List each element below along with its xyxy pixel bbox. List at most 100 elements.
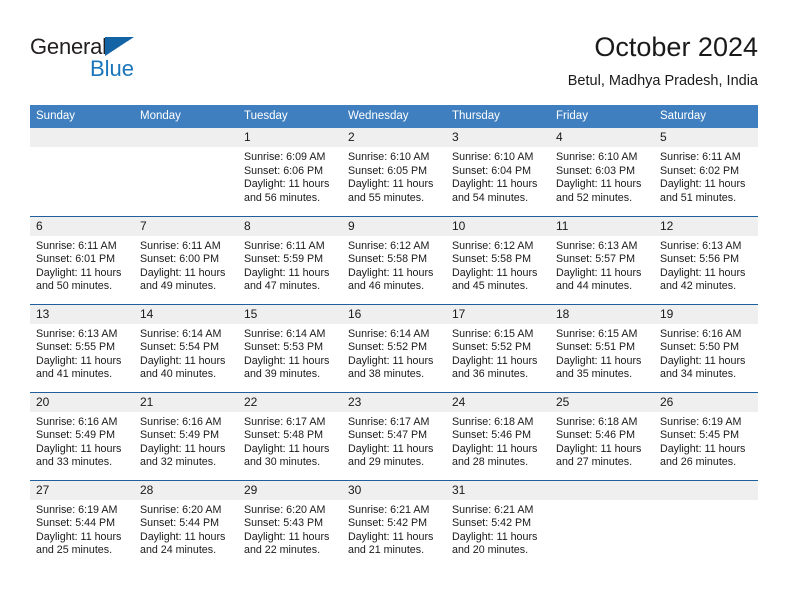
day-number: 10 [446,216,550,236]
day-details [654,500,758,504]
daylight-text-line2: and 28 minutes. [452,456,529,469]
day-cell[interactable]: 28 Sunrise: 6:20 AM Sunset: 5:44 PM Dayligh… [134,479,238,568]
day-cell[interactable]: 8 Sunrise: 6:11 AM Sunset: 5:59 PM Daylight… [238,215,342,304]
day-cell[interactable]: 13 Sunrise: 6:13 AM Sunset: 5:55 PM Dayligh… [30,303,134,392]
daylight-text-line1: Daylight: 11 hours [556,354,642,367]
day-number: 28 [134,480,238,500]
calendar-body: 1 Sunrise: 6:09 AM Sunset: 6:06 PM Daylight… [30,128,758,568]
sunrise-text: Sunrise: 6:18 AM [452,415,534,428]
day-details: Sunrise: 6:12 AM Sunset: 5:58 PM Daylight:… [446,236,550,294]
day-details: Sunrise: 6:13 AM Sunset: 5:56 PM Daylight:… [654,236,758,294]
page-subtitle: Betul, Madhya Pradesh, India [567,73,758,89]
day-number: 4 [550,128,654,147]
daylight-text-line2: and 46 minutes. [348,280,425,293]
day-cell[interactable]: 11 Sunrise: 6:13 AM Sunset: 5:57 PM Dayligh… [550,215,654,304]
sunrise-text: Sunrise: 6:12 AM [452,239,534,252]
day-number [550,480,654,500]
day-cell[interactable]: 3 Sunrise: 6:10 AM Sunset: 6:04 PM Daylight… [446,128,550,216]
day-cell[interactable]: 17 Sunrise: 6:15 AM Sunset: 5:52 PM Dayligh… [446,303,550,392]
daylight-text-line1: Daylight: 11 hours [452,178,538,191]
daylight-text-line1: Daylight: 11 hours [348,354,434,367]
day-cell[interactable]: 23 Sunrise: 6:17 AM Sunset: 5:47 PM Dayligh… [342,391,446,480]
day-number: 26 [654,392,758,412]
daylight-text-line1: Daylight: 11 hours [36,354,122,367]
day-cell[interactable]: 27 Sunrise: 6:19 AM Sunset: 5:44 PM Dayligh… [30,479,134,568]
sunset-text: Sunset: 5:49 PM [36,429,116,442]
day-cell[interactable]: 30 Sunrise: 6:21 AM Sunset: 5:42 PM Dayligh… [342,479,446,568]
day-details: Sunrise: 6:21 AM Sunset: 5:42 PM Daylight:… [342,500,446,558]
page-title: October 2024 [594,32,758,62]
daylight-text-line2: and 55 minutes. [348,191,425,204]
daylight-text-line1: Daylight: 11 hours [556,442,642,455]
day-cell[interactable]: 18 Sunrise: 6:15 AM Sunset: 5:51 PM Dayligh… [550,303,654,392]
day-number: 27 [30,480,134,500]
daylight-text-line2: and 34 minutes. [660,368,737,381]
day-cell[interactable] [30,128,134,216]
day-cell[interactable]: 25 Sunrise: 6:18 AM Sunset: 5:46 PM Dayligh… [550,391,654,480]
general-blue-logo[interactable]: General Blue [30,34,220,92]
day-cell[interactable]: 12 Sunrise: 6:13 AM Sunset: 5:56 PM Dayligh… [654,215,758,304]
day-cell[interactable]: 9 Sunrise: 6:12 AM Sunset: 5:58 PM Daylight… [342,215,446,304]
day-cell[interactable] [134,128,238,216]
sunset-text: Sunset: 6:00 PM [140,253,220,266]
sunrise-text: Sunrise: 6:18 AM [556,415,638,428]
sunrise-text: Sunrise: 6:10 AM [348,151,430,163]
sunrise-text: Sunrise: 6:13 AM [36,327,118,340]
sunrise-text: Sunrise: 6:20 AM [244,503,326,516]
day-cell[interactable]: 4 Sunrise: 6:10 AM Sunset: 6:03 PM Daylight… [550,128,654,216]
sunrise-text: Sunrise: 6:21 AM [452,503,534,516]
weekday-header-sunday: Sunday [30,105,134,128]
day-cell[interactable] [654,479,758,568]
day-cell[interactable]: 31 Sunrise: 6:21 AM Sunset: 5:42 PM Dayligh… [446,479,550,568]
day-cell[interactable]: 14 Sunrise: 6:14 AM Sunset: 5:54 PM Dayligh… [134,303,238,392]
day-cell[interactable]: 19 Sunrise: 6:16 AM Sunset: 5:50 PM Dayligh… [654,303,758,392]
day-cell[interactable]: 10 Sunrise: 6:12 AM Sunset: 5:58 PM Dayligh… [446,215,550,304]
day-cell[interactable]: 26 Sunrise: 6:19 AM Sunset: 5:45 PM Dayligh… [654,391,758,480]
day-cell[interactable]: 7 Sunrise: 6:11 AM Sunset: 6:00 PM Daylight… [134,215,238,304]
day-details: Sunrise: 6:16 AM Sunset: 5:49 PM Daylight:… [134,412,238,470]
day-number: 24 [446,392,550,412]
daylight-text-line1: Daylight: 11 hours [660,266,746,279]
daylight-text-line1: Daylight: 11 hours [244,178,330,191]
daylight-text-line1: Daylight: 11 hours [244,266,330,279]
day-details: Sunrise: 6:17 AM Sunset: 5:48 PM Daylight:… [238,412,342,470]
sunrise-text: Sunrise: 6:11 AM [140,239,221,252]
sunset-text: Sunset: 5:51 PM [556,341,636,354]
sunrise-text: Sunrise: 6:14 AM [244,327,326,340]
day-cell[interactable]: 20 Sunrise: 6:16 AM Sunset: 5:49 PM Dayligh… [30,391,134,480]
day-cell[interactable]: 24 Sunrise: 6:18 AM Sunset: 5:46 PM Dayligh… [446,391,550,480]
calendar-page: General Blue October 2024 Betul, Madhya … [0,0,792,612]
week-row: 1 Sunrise: 6:09 AM Sunset: 6:06 PM Daylight… [30,128,758,216]
day-details: Sunrise: 6:19 AM Sunset: 5:44 PM Daylight:… [30,500,134,558]
day-cell[interactable]: 6 Sunrise: 6:11 AM Sunset: 6:01 PM Daylight… [30,215,134,304]
daylight-text-line1: Daylight: 11 hours [140,354,226,367]
weekday-header-wednesday: Wednesday [342,105,446,128]
daylight-text-line2: and 52 minutes. [556,191,633,204]
day-cell[interactable]: 21 Sunrise: 6:16 AM Sunset: 5:49 PM Dayligh… [134,391,238,480]
day-cell[interactable]: 2 Sunrise: 6:10 AM Sunset: 6:05 PM Daylight… [342,128,446,216]
day-number: 5 [654,128,758,147]
daylight-text-line2: and 21 minutes. [348,544,425,557]
sunset-text: Sunset: 5:42 PM [348,517,428,530]
day-cell[interactable] [550,479,654,568]
daylight-text-line1: Daylight: 11 hours [36,530,122,543]
weekday-header-saturday: Saturday [654,105,758,128]
day-details: Sunrise: 6:11 AM Sunset: 5:59 PM Daylight:… [238,236,342,294]
day-cell[interactable]: 22 Sunrise: 6:17 AM Sunset: 5:48 PM Dayligh… [238,391,342,480]
day-number: 22 [238,392,342,412]
day-cell[interactable]: 5 Sunrise: 6:11 AM Sunset: 6:02 PM Daylight… [654,128,758,216]
day-cell[interactable]: 15 Sunrise: 6:14 AM Sunset: 5:53 PM Dayligh… [238,303,342,392]
day-number: 11 [550,216,654,236]
daylight-text-line1: Daylight: 11 hours [348,178,434,191]
day-number: 3 [446,128,550,147]
day-cell[interactable]: 1 Sunrise: 6:09 AM Sunset: 6:06 PM Daylight… [238,128,342,216]
daylight-text-line1: Daylight: 11 hours [244,354,330,367]
day-cell[interactable]: 16 Sunrise: 6:14 AM Sunset: 5:52 PM Dayligh… [342,303,446,392]
weekday-header-thursday: Thursday [446,105,550,128]
day-number: 17 [446,304,550,324]
day-cell[interactable]: 29 Sunrise: 6:20 AM Sunset: 5:43 PM Dayligh… [238,479,342,568]
sunrise-text: Sunrise: 6:16 AM [660,327,742,340]
week-row: 6 Sunrise: 6:11 AM Sunset: 6:01 PM Daylight… [30,215,758,304]
day-details: Sunrise: 6:11 AM Sunset: 6:01 PM Daylight:… [30,236,134,294]
sunrise-text: Sunrise: 6:20 AM [140,503,222,516]
